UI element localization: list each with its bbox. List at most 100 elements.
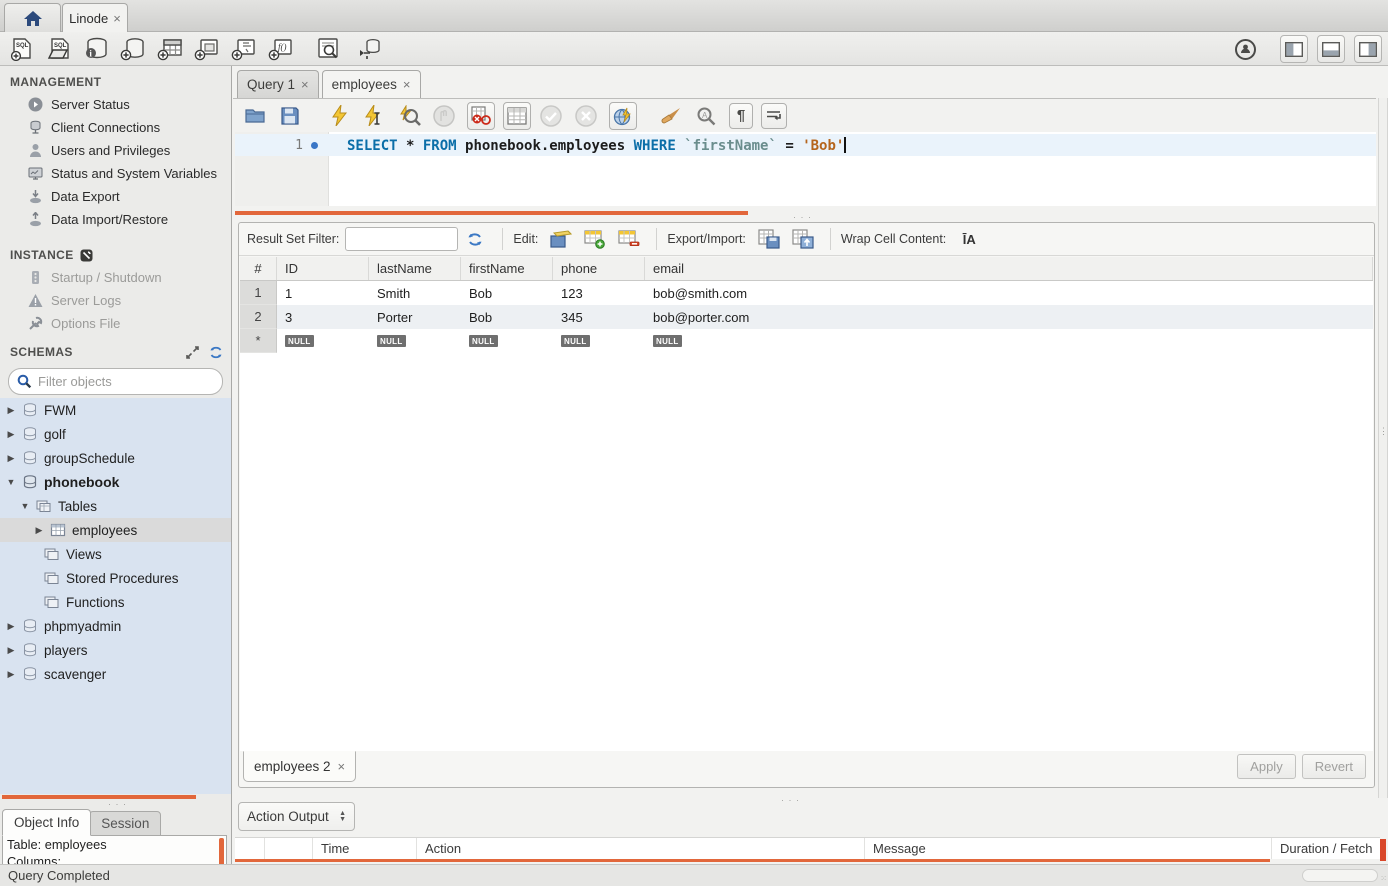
create-procedure-icon[interactable] [229, 36, 259, 62]
column-header-rownum[interactable]: # [240, 257, 277, 280]
wrap-cell-content-icon[interactable]: ĪA [957, 228, 981, 250]
tree-item-schema[interactable]: ▶ scavenger [0, 662, 231, 686]
output-column-time[interactable]: Time [313, 838, 417, 859]
limit-rows-icon[interactable] [503, 102, 531, 130]
right-panel-splitter[interactable] [1378, 98, 1388, 798]
tree-item-schema[interactable]: ▶ golf [0, 422, 231, 446]
tab-object-info[interactable]: Object Info [2, 809, 91, 836]
column-header-lastname[interactable]: lastName [369, 257, 461, 280]
reconnect-dbms-icon[interactable] [354, 36, 384, 62]
cell-null[interactable]: NULL [369, 329, 461, 353]
chevron-right-icon[interactable]: ▶ [6, 669, 16, 680]
create-view-icon[interactable] [192, 36, 222, 62]
new-query-tab-icon[interactable]: SQL [7, 36, 37, 62]
grid-row[interactable]: 2 3 Porter Bob 345 bob@porter.com [240, 305, 1373, 329]
cell-phone[interactable]: 345 [553, 305, 645, 329]
sidebar-splitter[interactable] [2, 795, 196, 799]
schema-inspector-icon[interactable]: i [81, 36, 111, 62]
import-recordset-icon[interactable] [791, 228, 815, 250]
commit-icon[interactable] [539, 104, 563, 128]
tree-item-table-employees[interactable]: ▶ employees [0, 518, 231, 542]
apply-button[interactable]: Apply [1237, 754, 1296, 779]
cell-lastname[interactable]: Smith [369, 281, 461, 305]
wrap-text-icon[interactable] [761, 103, 787, 129]
tree-item-schema[interactable]: ▶ phpmyadmin [0, 614, 231, 638]
horizontal-scrollbar-thumb[interactable] [1302, 869, 1378, 882]
open-sql-script-icon[interactable]: SQL [44, 36, 74, 62]
close-icon[interactable]: × [301, 77, 309, 92]
chevron-right-icon[interactable]: ▶ [6, 453, 16, 464]
column-header-phone[interactable]: phone [553, 257, 645, 280]
revert-button[interactable]: Revert [1302, 754, 1366, 779]
output-column-duration[interactable]: Duration / Fetch [1272, 838, 1380, 859]
explain-plan-icon[interactable] [397, 104, 421, 128]
export-recordset-icon[interactable] [757, 228, 781, 250]
column-header-email[interactable]: email [645, 257, 1373, 280]
cell-email[interactable]: bob@smith.com [645, 281, 1373, 305]
selector-stepper-icon[interactable]: ▲▼ [339, 811, 346, 823]
column-header-id[interactable]: ID [277, 257, 369, 280]
grid-row[interactable]: 1 1 Smith Bob 123 bob@smith.com [240, 281, 1373, 305]
schema-filter-input[interactable] [38, 374, 214, 389]
find-icon[interactable]: A [694, 104, 718, 128]
tab-query-1[interactable]: Query 1 × [237, 70, 319, 98]
sidebar-item-users-privileges[interactable]: Users and Privileges [0, 139, 231, 162]
output-column-action[interactable]: Action [417, 838, 865, 859]
edit-record-icon[interactable] [549, 228, 573, 250]
tree-item-schema-phonebook[interactable]: ▼ phonebook [0, 470, 231, 494]
tree-item-functions-folder[interactable]: Functions [0, 590, 231, 614]
refresh-results-icon[interactable] [463, 228, 487, 250]
rollback-icon[interactable] [574, 104, 598, 128]
cell-phone[interactable]: 123 [553, 281, 645, 305]
resize-grip[interactable]: ⁙ [1380, 874, 1387, 883]
splitter-grip[interactable]: · · · [108, 799, 127, 809]
output-scrollbar[interactable] [1380, 839, 1386, 861]
chevron-down-icon[interactable]: ▼ [20, 501, 30, 511]
chevron-right-icon[interactable]: ▶ [6, 645, 16, 656]
tree-item-schema[interactable]: ▶ players [0, 638, 231, 662]
toggle-output-area-button[interactable] [1317, 35, 1345, 63]
toggle-sidebar-button[interactable] [1280, 35, 1308, 63]
sidebar-item-options-file[interactable]: Options File [0, 312, 231, 335]
sidebar-item-data-export[interactable]: Data Export [0, 185, 231, 208]
chevron-right-icon[interactable]: ▶ [6, 405, 16, 416]
cell-email[interactable]: bob@porter.com [645, 305, 1373, 329]
sidebar-item-client-connections[interactable]: Client Connections [0, 116, 231, 139]
cell-firstname[interactable]: Bob [461, 281, 553, 305]
toggle-stop-on-error-icon[interactable] [467, 102, 495, 130]
create-function-icon[interactable]: f() [266, 36, 296, 62]
editor-result-splitter[interactable] [235, 211, 748, 215]
output-column-message[interactable]: Message [865, 838, 1272, 859]
cell-null[interactable]: NULL [461, 329, 553, 353]
output-type-selector[interactable]: Action Output ▲▼ [238, 802, 355, 831]
execute-current-statement-icon[interactable] [362, 104, 386, 128]
stop-query-icon[interactable] [432, 104, 456, 128]
tree-item-stored-procedures-folder[interactable]: Stored Procedures [0, 566, 231, 590]
sidebar-item-startup-shutdown[interactable]: Startup / Shutdown [0, 266, 231, 289]
sidebar-item-server-status[interactable]: Server Status [0, 93, 231, 116]
beautify-sql-icon[interactable] [659, 104, 683, 128]
insert-row-icon[interactable] [583, 228, 607, 250]
chevron-down-icon[interactable]: ▼ [6, 477, 16, 487]
close-icon[interactable]: × [338, 759, 346, 774]
sidebar-item-server-logs[interactable]: Server Logs [0, 289, 231, 312]
sidebar-item-status-system-variables[interactable]: Status and System Variables [0, 162, 231, 185]
create-schema-icon[interactable] [118, 36, 148, 62]
tree-item-schema[interactable]: ▶ groupSchedule [0, 446, 231, 470]
tab-employees[interactable]: employees × [322, 70, 421, 98]
toggle-autocommit-icon[interactable] [609, 102, 637, 130]
cell-id[interactable]: 1 [277, 281, 369, 305]
grid-new-row[interactable]: * NULL NULL NULL NULL NULL [240, 329, 1373, 353]
invisible-characters-icon[interactable]: ¶ [729, 103, 753, 129]
result-set-filter-input[interactable] [345, 227, 458, 251]
expand-panel-icon[interactable] [186, 346, 199, 359]
editor-active-line[interactable]: 1 SELECT * FROM phonebook.employees WHER… [235, 134, 1376, 156]
tab-session[interactable]: Session [89, 811, 161, 836]
open-file-icon[interactable] [243, 104, 267, 128]
chevron-right-icon[interactable]: ▶ [6, 621, 16, 632]
home-tab[interactable] [4, 3, 61, 32]
cell-id[interactable]: 3 [277, 305, 369, 329]
sql-editor[interactable]: 1 SELECT * FROM phonebook.employees WHER… [235, 132, 1376, 206]
splitter-grip[interactable]: · · · [781, 795, 800, 805]
cell-null[interactable]: NULL [553, 329, 645, 353]
